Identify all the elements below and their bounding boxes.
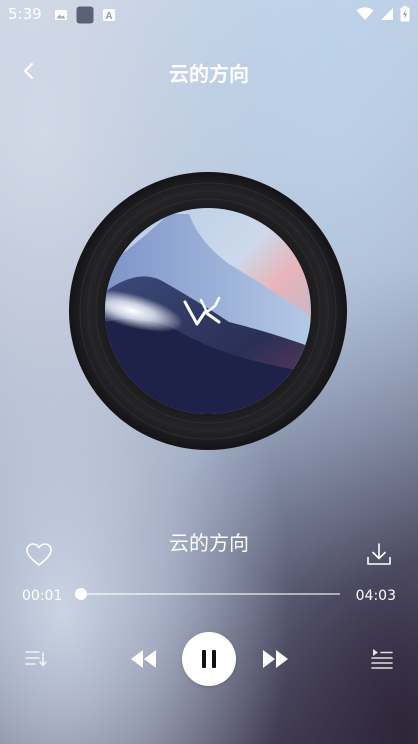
- vinyl-disc: [69, 172, 347, 450]
- queue-button[interactable]: [368, 645, 396, 673]
- music-player-screen: 5:39 A 云的方向 云的方向 00:01 04:03: [0, 0, 418, 744]
- svg-text:A: A: [105, 11, 112, 22]
- song-title: 云的方向: [169, 531, 249, 555]
- app-a-icon: A: [103, 9, 115, 22]
- queue-icon: [371, 649, 393, 669]
- pause-icon: [202, 650, 216, 668]
- wifi-icon: [356, 7, 374, 20]
- previous-button[interactable]: [128, 645, 158, 673]
- progress-thumb[interactable]: [75, 588, 88, 600]
- status-bar: 5:39 A: [0, 0, 418, 28]
- pause-button[interactable]: [182, 632, 236, 686]
- next-button[interactable]: [261, 645, 291, 673]
- status-icons-right: [356, 6, 410, 22]
- app-square-icon: [76, 6, 94, 24]
- status-time: 5:39: [8, 5, 42, 23]
- image-icon: [55, 10, 67, 20]
- page-title: 云的方向: [169, 62, 249, 86]
- battery-icon: [400, 6, 410, 22]
- download-button[interactable]: [364, 540, 394, 570]
- status-icons-left: A: [54, 6, 116, 24]
- current-time: 00:01: [22, 588, 63, 604]
- signal-icon: [381, 8, 393, 20]
- fast-forward-icon: [263, 650, 288, 668]
- rewind-icon: [131, 650, 156, 668]
- total-time: 04:03: [355, 588, 396, 604]
- download-icon: [367, 543, 391, 565]
- playlist-button[interactable]: [22, 645, 50, 673]
- playlist-icon: [25, 651, 47, 667]
- progress-bar[interactable]: [75, 588, 340, 600]
